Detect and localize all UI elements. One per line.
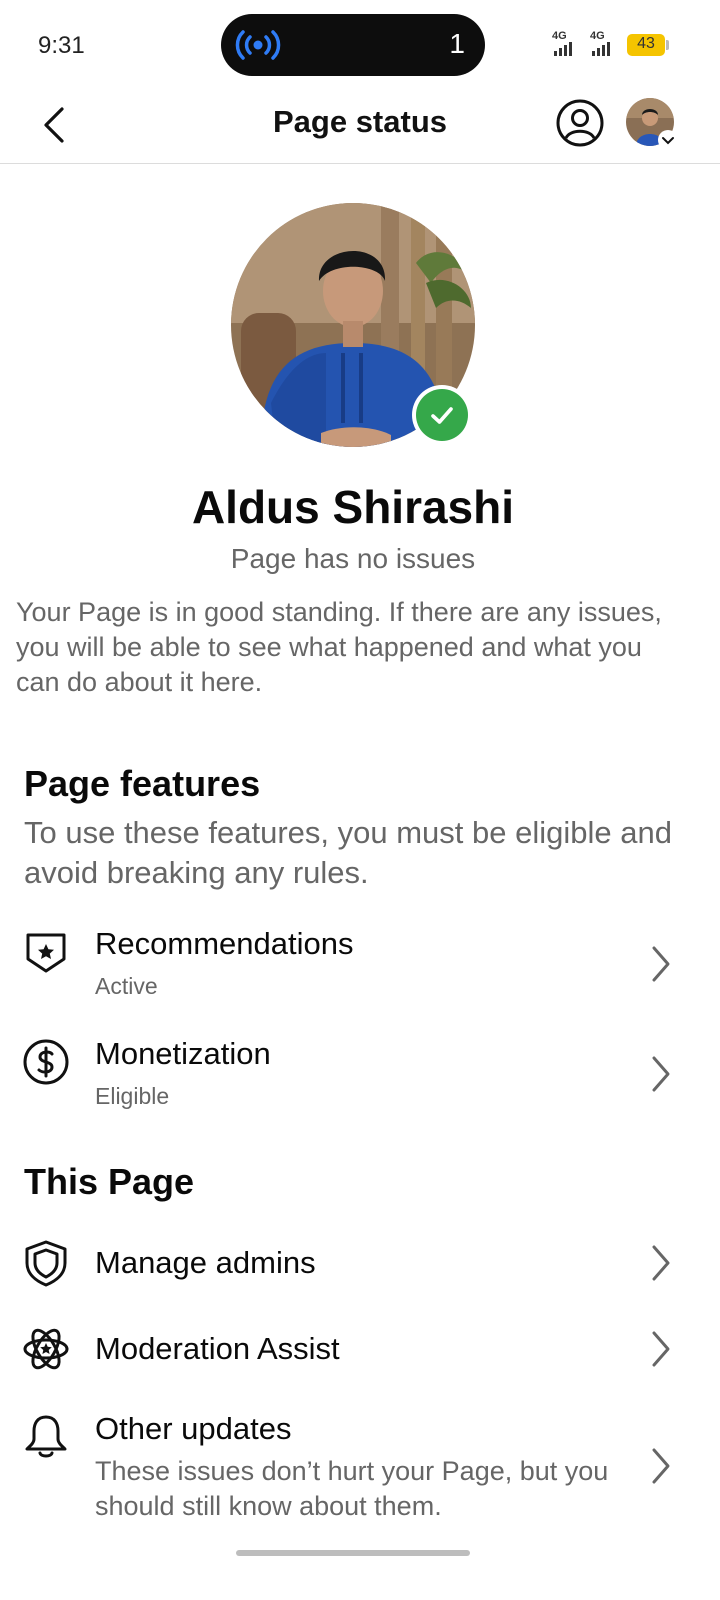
atom-star-icon (23, 1328, 69, 1370)
chevron-right-icon (652, 1056, 670, 1092)
signal-icon: 4G (590, 30, 618, 58)
this-page-heading: This Page (24, 1161, 195, 1202)
chevron-right-icon (652, 1331, 670, 1367)
home-indicator[interactable] (236, 1550, 470, 1556)
broadcast-icon (235, 30, 281, 60)
recommendations-label: Recommendations (95, 926, 354, 961)
chevron-right-icon (652, 946, 670, 982)
shield-icon (25, 1240, 67, 1287)
status-bar: 9:31 1 4G 4G 43 (0, 0, 720, 92)
dollar-circle-icon (23, 1039, 69, 1085)
top-app-bar: Page status (0, 92, 720, 164)
page-status-text: Page has no issues (230, 543, 476, 574)
moderation-assist-label: Moderation Assist (95, 1331, 340, 1366)
chevron-right-icon (652, 1448, 670, 1484)
monetization-status: Eligible (95, 1083, 170, 1109)
manage-admins-label: Manage admins (95, 1245, 316, 1280)
recommendations-status: Active (95, 973, 158, 999)
status-time: 9:31 (38, 32, 85, 59)
dynamic-island[interactable]: 1 (221, 14, 485, 76)
page-features-heading: Page features (24, 763, 261, 804)
battery-icon: 43 (627, 34, 669, 56)
checkmark-icon (431, 407, 453, 424)
account-button[interactable] (555, 98, 605, 148)
battery-level: 43 (637, 35, 655, 52)
manage-admins-row[interactable]: Manage admins (0, 1232, 720, 1296)
user-circle-icon (556, 99, 604, 147)
monetization-label: Monetization (95, 1036, 271, 1071)
moderation-assist-row[interactable]: Moderation Assist (0, 1318, 720, 1382)
chevron-right-icon (652, 1245, 670, 1281)
island-count: 1 (449, 28, 465, 59)
verified-badge (412, 385, 472, 445)
profile-switcher-button[interactable] (626, 98, 678, 150)
signal-icon: 4G (552, 30, 580, 58)
chevron-down-icon (658, 130, 678, 150)
page-features-subtitle: To use these features, you must be eligi… (24, 815, 672, 890)
other-updates-description: These issues don’t hurt your Page, but y… (95, 1456, 609, 1521)
page-name: Aldus Shirashi (191, 481, 515, 533)
page-title: Page status (272, 104, 447, 139)
monetization-row[interactable]: Monetization Eligible (0, 1030, 720, 1122)
bell-icon (25, 1415, 67, 1458)
other-updates-row[interactable]: Other updates These issues don’t hurt yo… (0, 1406, 720, 1526)
shield-star-icon (26, 933, 66, 973)
recommendations-row[interactable]: Recommendations Active (0, 920, 720, 1012)
page-status-description: Your Page is in good standing. If there … (16, 597, 662, 697)
other-updates-label: Other updates (95, 1411, 292, 1446)
